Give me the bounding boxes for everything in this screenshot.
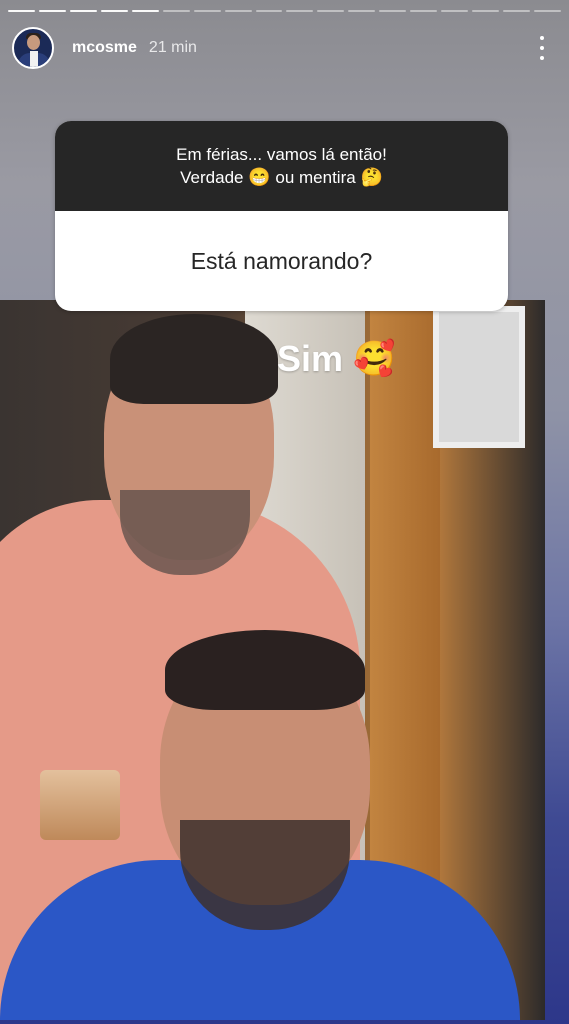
post-time: 21 min bbox=[148, 39, 197, 56]
smiling-hearts-emoji-icon: 🥰 bbox=[353, 340, 396, 378]
progress-segment bbox=[131, 10, 159, 12]
progress-segment bbox=[255, 10, 283, 12]
progress-segment bbox=[286, 10, 314, 12]
username[interactable]: mcosme bbox=[72, 39, 137, 57]
grin-emoji-icon: 😁 bbox=[248, 167, 271, 187]
progress-segment bbox=[503, 10, 530, 12]
progress-segment bbox=[317, 10, 345, 12]
prompt-mentira: ou mentira bbox=[275, 168, 356, 187]
progress-segment bbox=[410, 10, 438, 12]
progress-segment bbox=[38, 10, 66, 12]
progress-segment bbox=[348, 10, 376, 12]
avatar[interactable] bbox=[12, 27, 54, 69]
progress-segment bbox=[100, 10, 128, 12]
answer-overlay: Sim 🥰 bbox=[277, 338, 395, 380]
progress-segment bbox=[69, 10, 97, 12]
prompt-line-2: Verdade 😁 ou mentira 🤔 bbox=[180, 166, 383, 189]
progress-segment bbox=[8, 10, 35, 12]
more-vertical-icon[interactable] bbox=[537, 36, 547, 60]
prompt-verdade: Verdade bbox=[180, 168, 244, 187]
story-header: mcosme 21 min bbox=[12, 24, 557, 72]
story-progress bbox=[8, 10, 561, 12]
progress-segment bbox=[472, 10, 499, 12]
progress-segment bbox=[379, 10, 407, 12]
progress-segment bbox=[441, 10, 469, 12]
progress-segment bbox=[533, 10, 561, 12]
answer-text: Sim bbox=[277, 338, 344, 379]
progress-segment bbox=[193, 10, 221, 12]
progress-segment bbox=[224, 10, 252, 12]
story-photo bbox=[0, 300, 545, 1020]
question-prompt: Em férias... vamos lá então! Verdade 😁 o… bbox=[55, 121, 508, 211]
thinking-emoji-icon: 🤔 bbox=[360, 167, 383, 187]
question-text: Está namorando? bbox=[190, 247, 373, 274]
progress-segment bbox=[162, 10, 190, 12]
question-card: Em férias... vamos lá então! Verdade 😁 o… bbox=[55, 121, 508, 311]
prompt-line-1: Em férias... vamos lá então! bbox=[176, 145, 387, 164]
